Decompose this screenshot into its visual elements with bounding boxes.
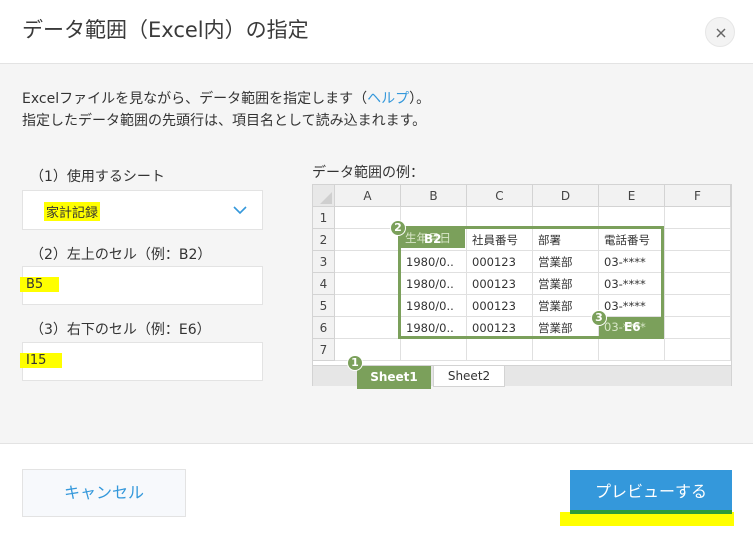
sheet-cell — [335, 295, 401, 317]
example-label: データ範囲の例： — [312, 165, 424, 181]
row-header: 1 — [313, 207, 335, 229]
close-button[interactable] — [705, 17, 735, 47]
sheet-cell — [665, 273, 731, 295]
spreadsheet-corner — [313, 185, 335, 207]
row-header: 2 — [313, 229, 335, 251]
chevron-down-icon — [233, 206, 247, 215]
dialog-title: データ範囲（Excel内）の指定 — [22, 18, 309, 42]
bottom-right-cell-label: （3）右下のセル（例：E6） — [30, 322, 211, 338]
sheet-cell — [401, 339, 467, 361]
sheet-cell — [665, 229, 731, 251]
sheet-tab-2: Sheet2 — [433, 366, 505, 387]
sheet-cell — [335, 317, 401, 339]
sheet-cell — [533, 339, 599, 361]
description-text: ）。 — [409, 91, 431, 107]
sheet-cell — [665, 207, 731, 229]
row-header: 3 — [313, 251, 335, 273]
row-header: 4 — [313, 273, 335, 295]
sheet-tab-bar: Sheet1 Sheet2 — [313, 365, 731, 389]
column-header: E — [599, 185, 665, 207]
preview-button[interactable]: プレビューする — [570, 470, 732, 514]
data-range-outline — [398, 226, 664, 339]
step-badge-3: 3 — [591, 310, 607, 326]
description: Excelファイルを見ながら、データ範囲を指定します（ヘルプ）。 指定したデータ… — [22, 88, 430, 132]
sheet-cell — [665, 295, 731, 317]
preview-highlight-mark — [560, 512, 734, 526]
column-header: F — [665, 185, 731, 207]
step-badge-2: 2 — [390, 220, 406, 236]
sheet-cell — [467, 339, 533, 361]
help-link[interactable]: ヘルプ — [367, 91, 409, 107]
column-header: B — [401, 185, 467, 207]
row-header: 7 — [313, 339, 335, 361]
description-text: Excelファイルを見ながら、データ範囲を指定します（ — [22, 91, 368, 107]
sheet-cell — [665, 339, 731, 361]
sheet-select-label: （1）使用するシート — [30, 169, 165, 185]
close-icon — [716, 28, 726, 38]
top-left-cell-input[interactable]: B5 — [20, 266, 263, 305]
sheet-tab-1: Sheet1 — [357, 366, 431, 389]
sheet-cell — [665, 251, 731, 273]
top-left-cell-value: B5 — [20, 277, 60, 292]
step-badge-1: 1 — [347, 355, 363, 371]
sheet-select-value: 家計記録 — [44, 202, 101, 221]
column-header: A — [335, 185, 401, 207]
sheet-cell — [335, 339, 401, 361]
description-line1: Excelファイルを見ながら、データ範囲を指定します（ヘルプ）。 — [22, 88, 430, 110]
sheet-select[interactable]: 家計記録 — [22, 190, 263, 230]
sheet-cell — [335, 273, 401, 295]
row-header: 6 — [313, 317, 335, 339]
dialog-header: データ範囲（Excel内）の指定 — [0, 0, 753, 64]
bottom-right-cell-input[interactable]: I15 — [20, 342, 263, 381]
cancel-button[interactable]: キャンセル — [22, 469, 186, 517]
column-header: D — [533, 185, 599, 207]
bottom-right-cell-value: I15 — [20, 353, 63, 368]
sheet-cell — [665, 317, 731, 339]
column-header: C — [467, 185, 533, 207]
row-header: 5 — [313, 295, 335, 317]
description-line2: 指定したデータ範囲の先頭行は、項目名として読み込まれます。 — [22, 113, 427, 129]
top-left-cell-label: （2）左上のセル（例：B2） — [30, 247, 212, 263]
sheet-cell — [599, 339, 665, 361]
sheet-cell — [335, 251, 401, 273]
